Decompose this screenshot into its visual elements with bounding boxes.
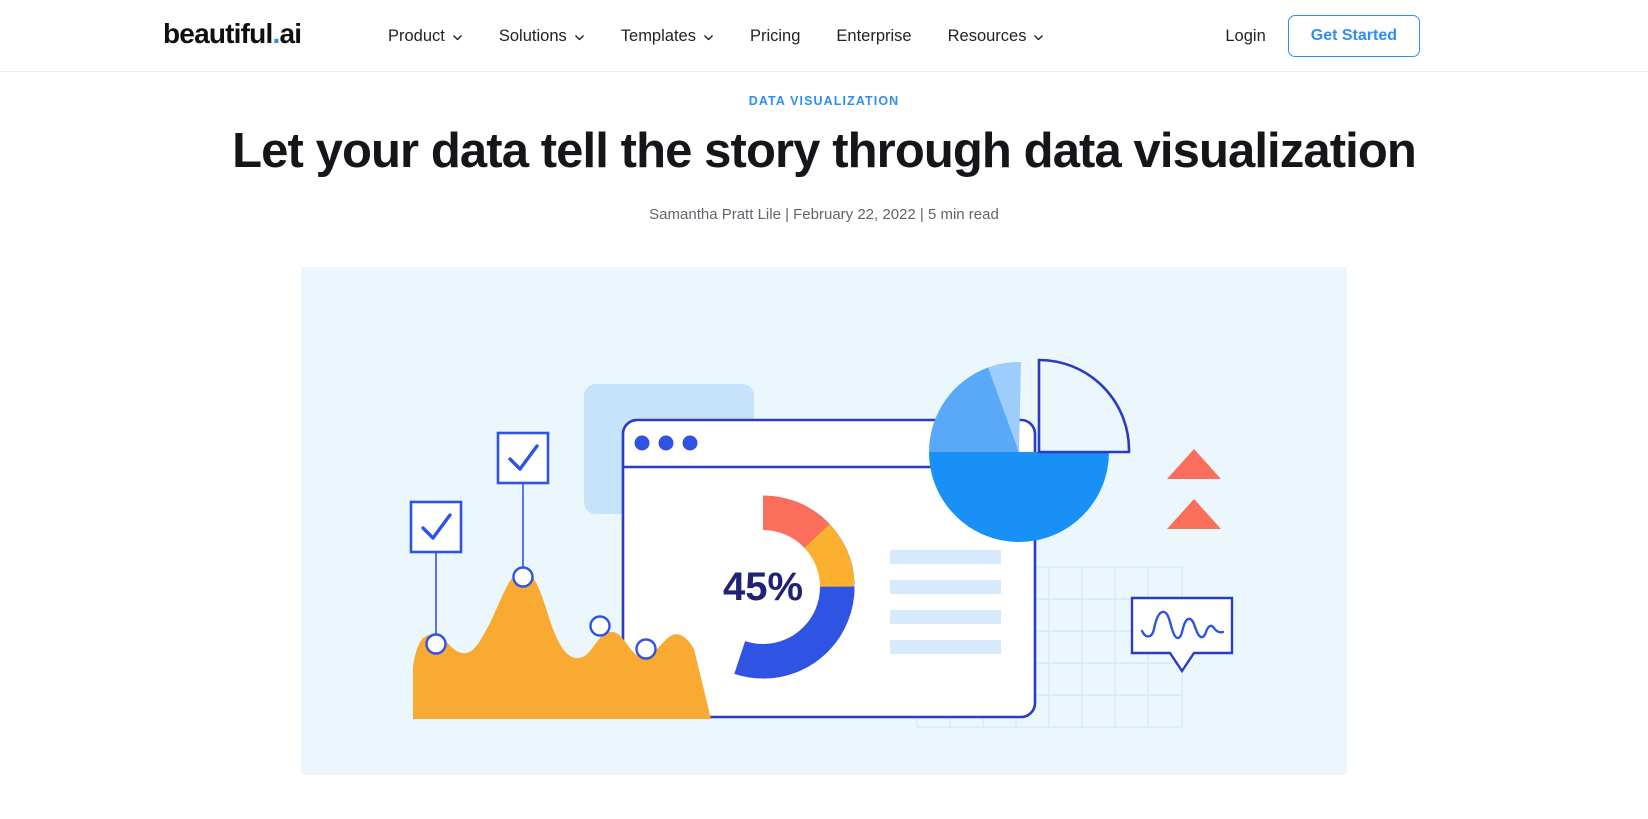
hero-illustration-svg: 45% [301, 266, 1347, 775]
hero-illustration: 45% [301, 266, 1347, 775]
window-dot-2 [658, 435, 674, 451]
nav-item-label: Pricing [749, 26, 801, 45]
nav-item-product[interactable]: Product [380, 0, 481, 72]
nav-item-label: Templates [620, 26, 696, 45]
logo-suffix: ai [279, 18, 302, 49]
login-link[interactable]: Login [1203, 27, 1287, 46]
nav-item-pricing[interactable]: Pricing [732, 0, 818, 72]
window-dots [634, 435, 698, 451]
window-dot-1 [634, 435, 650, 451]
donut-center-label: 45% [723, 565, 803, 609]
article-byline: Samantha Pratt Lile | February 22, 2022 … [649, 205, 999, 223]
window-dot-3 [682, 435, 698, 451]
nav-item-label: Solutions [498, 26, 567, 45]
main-navigation: Product Solutions Templates Pricing Ente… [380, 0, 1062, 72]
nav-item-templates[interactable]: Templates [603, 0, 732, 72]
data-point [512, 566, 534, 588]
checkbox-outline [496, 431, 550, 485]
content-line [890, 609, 1001, 624]
chevron-down-icon [1033, 32, 1044, 43]
article-category[interactable]: DATA VISUALIZATION [0, 94, 1648, 108]
site-header: beautiful.ai Product Solutions Templates… [0, 0, 1648, 72]
chevron-down-icon [574, 32, 585, 43]
data-point [425, 633, 447, 655]
nav-item-solutions[interactable]: Solutions [481, 0, 603, 72]
get-started-button[interactable]: Get Started [1287, 15, 1420, 57]
chevron-down-icon [452, 32, 463, 43]
logo-text: beautiful [163, 18, 273, 49]
nav-item-enterprise[interactable]: Enterprise [818, 0, 929, 72]
article-header: DATA VISUALIZATION Let your data tell th… [0, 72, 1648, 223]
header-actions: Login Get Started [1203, 0, 1648, 72]
checkbox-outline [409, 500, 463, 554]
content-line [890, 549, 1001, 564]
data-point [589, 615, 611, 637]
nav-item-label: Resources [947, 26, 1027, 45]
site-logo[interactable]: beautiful.ai [163, 18, 302, 50]
data-point [635, 638, 657, 660]
content-line [890, 579, 1001, 594]
content-line [890, 639, 1001, 654]
chevron-down-icon [703, 32, 714, 43]
nav-item-resources[interactable]: Resources [930, 0, 1063, 72]
nav-item-label: Product [388, 26, 445, 45]
page-title: Let your data tell the story through dat… [232, 124, 1417, 178]
nav-item-label: Enterprise [836, 26, 912, 45]
